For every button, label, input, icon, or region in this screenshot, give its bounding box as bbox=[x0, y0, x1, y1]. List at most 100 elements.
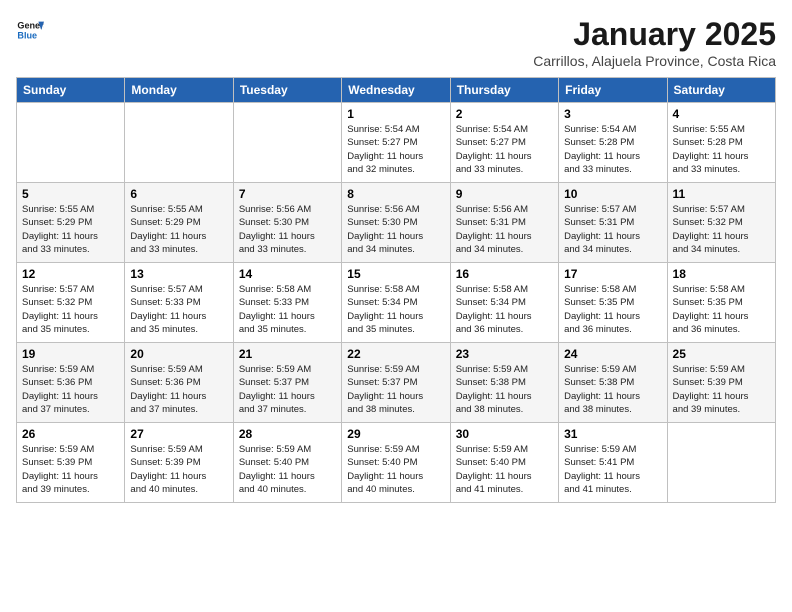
day-number: 29 bbox=[347, 427, 444, 441]
day-info: Sunrise: 5:59 AM Sunset: 5:39 PM Dayligh… bbox=[22, 443, 119, 496]
day-number: 5 bbox=[22, 187, 119, 201]
calendar-cell bbox=[17, 103, 125, 183]
calendar-cell bbox=[667, 423, 775, 503]
day-info: Sunrise: 5:55 AM Sunset: 5:28 PM Dayligh… bbox=[673, 123, 770, 176]
calendar-subtitle: Carrillos, Alajuela Province, Costa Rica bbox=[533, 53, 776, 69]
day-number: 18 bbox=[673, 267, 770, 281]
day-info: Sunrise: 5:59 AM Sunset: 5:37 PM Dayligh… bbox=[347, 363, 444, 416]
day-number: 16 bbox=[456, 267, 553, 281]
day-info: Sunrise: 5:59 AM Sunset: 5:38 PM Dayligh… bbox=[564, 363, 661, 416]
day-number: 2 bbox=[456, 107, 553, 121]
day-info: Sunrise: 5:57 AM Sunset: 5:31 PM Dayligh… bbox=[564, 203, 661, 256]
day-info: Sunrise: 5:54 AM Sunset: 5:27 PM Dayligh… bbox=[347, 123, 444, 176]
day-number: 7 bbox=[239, 187, 336, 201]
day-info: Sunrise: 5:58 AM Sunset: 5:34 PM Dayligh… bbox=[456, 283, 553, 336]
calendar-cell: 28 Sunrise: 5:59 AM Sunset: 5:40 PM Dayli… bbox=[233, 423, 341, 503]
day-number: 31 bbox=[564, 427, 661, 441]
day-number: 17 bbox=[564, 267, 661, 281]
calendar-cell: 24 Sunrise: 5:59 AM Sunset: 5:38 PM Dayli… bbox=[559, 343, 667, 423]
weekday-header: Sunday bbox=[17, 78, 125, 103]
calendar-cell: 17 Sunrise: 5:58 AM Sunset: 5:35 PM Dayli… bbox=[559, 263, 667, 343]
day-number: 6 bbox=[130, 187, 227, 201]
calendar-cell bbox=[125, 103, 233, 183]
calendar-cell: 8Sunrise: 5:56 AM Sunset: 5:30 PM Daylig… bbox=[342, 183, 450, 263]
day-number: 21 bbox=[239, 347, 336, 361]
day-number: 11 bbox=[673, 187, 770, 201]
title-block: January 2025 Carrillos, Alajuela Provinc… bbox=[533, 16, 776, 69]
calendar-cell: 14 Sunrise: 5:58 AM Sunset: 5:33 PM Dayli… bbox=[233, 263, 341, 343]
day-number: 26 bbox=[22, 427, 119, 441]
calendar-cell bbox=[233, 103, 341, 183]
calendar-cell: 21 Sunrise: 5:59 AM Sunset: 5:37 PM Dayli… bbox=[233, 343, 341, 423]
day-number: 3 bbox=[564, 107, 661, 121]
day-info: Sunrise: 5:56 AM Sunset: 5:30 PM Dayligh… bbox=[347, 203, 444, 256]
calendar-week-row: 12 Sunrise: 5:57 AM Sunset: 5:32 PM Dayli… bbox=[17, 263, 776, 343]
calendar-cell: 5Sunrise: 5:55 AM Sunset: 5:29 PM Daylig… bbox=[17, 183, 125, 263]
day-info: Sunrise: 5:58 AM Sunset: 5:35 PM Dayligh… bbox=[564, 283, 661, 336]
calendar-cell: 27 Sunrise: 5:59 AM Sunset: 5:39 PM Dayli… bbox=[125, 423, 233, 503]
calendar-cell: 26 Sunrise: 5:59 AM Sunset: 5:39 PM Dayli… bbox=[17, 423, 125, 503]
day-info: Sunrise: 5:56 AM Sunset: 5:30 PM Dayligh… bbox=[239, 203, 336, 256]
calendar-cell: 30 Sunrise: 5:59 AM Sunset: 5:40 PM Dayli… bbox=[450, 423, 558, 503]
page-header: General Blue January 2025 Carrillos, Ala… bbox=[16, 16, 776, 69]
day-info: Sunrise: 5:57 AM Sunset: 5:32 PM Dayligh… bbox=[22, 283, 119, 336]
calendar-cell: 11 Sunrise: 5:57 AM Sunset: 5:32 PM Dayli… bbox=[667, 183, 775, 263]
day-info: Sunrise: 5:59 AM Sunset: 5:36 PM Dayligh… bbox=[22, 363, 119, 416]
logo-icon: General Blue bbox=[16, 16, 44, 44]
day-info: Sunrise: 5:55 AM Sunset: 5:29 PM Dayligh… bbox=[130, 203, 227, 256]
weekday-header: Monday bbox=[125, 78, 233, 103]
day-number: 15 bbox=[347, 267, 444, 281]
day-info: Sunrise: 5:57 AM Sunset: 5:32 PM Dayligh… bbox=[673, 203, 770, 256]
day-info: Sunrise: 5:59 AM Sunset: 5:37 PM Dayligh… bbox=[239, 363, 336, 416]
day-info: Sunrise: 5:59 AM Sunset: 5:39 PM Dayligh… bbox=[130, 443, 227, 496]
day-number: 12 bbox=[22, 267, 119, 281]
calendar-cell: 12 Sunrise: 5:57 AM Sunset: 5:32 PM Dayli… bbox=[17, 263, 125, 343]
calendar-cell: 19Sunrise: 5:59 AM Sunset: 5:36 PM Dayli… bbox=[17, 343, 125, 423]
day-number: 10 bbox=[564, 187, 661, 201]
day-info: Sunrise: 5:59 AM Sunset: 5:40 PM Dayligh… bbox=[239, 443, 336, 496]
day-number: 23 bbox=[456, 347, 553, 361]
day-number: 9 bbox=[456, 187, 553, 201]
day-number: 20 bbox=[130, 347, 227, 361]
day-number: 27 bbox=[130, 427, 227, 441]
day-info: Sunrise: 5:56 AM Sunset: 5:31 PM Dayligh… bbox=[456, 203, 553, 256]
calendar-cell: 16 Sunrise: 5:58 AM Sunset: 5:34 PM Dayli… bbox=[450, 263, 558, 343]
weekday-header: Tuesday bbox=[233, 78, 341, 103]
day-info: Sunrise: 5:57 AM Sunset: 5:33 PM Dayligh… bbox=[130, 283, 227, 336]
day-info: Sunrise: 5:59 AM Sunset: 5:38 PM Dayligh… bbox=[456, 363, 553, 416]
calendar-cell: 4Sunrise: 5:55 AM Sunset: 5:28 PM Daylig… bbox=[667, 103, 775, 183]
calendar-cell: 7 Sunrise: 5:56 AM Sunset: 5:30 PM Daylig… bbox=[233, 183, 341, 263]
calendar-cell: 6 Sunrise: 5:55 AM Sunset: 5:29 PM Daylig… bbox=[125, 183, 233, 263]
calendar-week-row: 5 Sunrise: 5:55 AM Sunset: 5:29 PM Daylig… bbox=[17, 183, 776, 263]
day-info: Sunrise: 5:59 AM Sunset: 5:40 PM Dayligh… bbox=[456, 443, 553, 496]
day-number: 24 bbox=[564, 347, 661, 361]
svg-text:Blue: Blue bbox=[17, 30, 37, 40]
day-info: Sunrise: 5:58 AM Sunset: 5:33 PM Dayligh… bbox=[239, 283, 336, 336]
calendar-cell: 31 Sunrise: 5:59 AM Sunset: 5:41 PM Dayli… bbox=[559, 423, 667, 503]
calendar-cell: 23 Sunrise: 5:59 AM Sunset: 5:38 PM Dayli… bbox=[450, 343, 558, 423]
day-number: 22 bbox=[347, 347, 444, 361]
calendar-cell: 22 Sunrise: 5:59 AM Sunset: 5:37 PM Dayli… bbox=[342, 343, 450, 423]
day-info: Sunrise: 5:54 AM Sunset: 5:28 PM Dayligh… bbox=[564, 123, 661, 176]
calendar-week-row: 26 Sunrise: 5:59 AM Sunset: 5:39 PM Dayli… bbox=[17, 423, 776, 503]
day-number: 14 bbox=[239, 267, 336, 281]
day-number: 25 bbox=[673, 347, 770, 361]
weekday-header: Wednesday bbox=[342, 78, 450, 103]
calendar-week-row: 19Sunrise: 5:59 AM Sunset: 5:36 PM Dayli… bbox=[17, 343, 776, 423]
day-info: Sunrise: 5:59 AM Sunset: 5:36 PM Dayligh… bbox=[130, 363, 227, 416]
day-info: Sunrise: 5:58 AM Sunset: 5:35 PM Dayligh… bbox=[673, 283, 770, 336]
calendar-cell: 13Sunrise: 5:57 AM Sunset: 5:33 PM Dayli… bbox=[125, 263, 233, 343]
calendar-cell: 18 Sunrise: 5:58 AM Sunset: 5:35 PM Dayli… bbox=[667, 263, 775, 343]
day-info: Sunrise: 5:59 AM Sunset: 5:41 PM Dayligh… bbox=[564, 443, 661, 496]
weekday-header: Thursday bbox=[450, 78, 558, 103]
day-number: 30 bbox=[456, 427, 553, 441]
weekday-header-row: SundayMondayTuesdayWednesdayThursdayFrid… bbox=[17, 78, 776, 103]
calendar-cell: 25Sunrise: 5:59 AM Sunset: 5:39 PM Dayli… bbox=[667, 343, 775, 423]
logo: General Blue bbox=[16, 16, 44, 44]
day-info: Sunrise: 5:59 AM Sunset: 5:40 PM Dayligh… bbox=[347, 443, 444, 496]
day-info: Sunrise: 5:54 AM Sunset: 5:27 PM Dayligh… bbox=[456, 123, 553, 176]
calendar-cell: 20 Sunrise: 5:59 AM Sunset: 5:36 PM Dayli… bbox=[125, 343, 233, 423]
weekday-header: Saturday bbox=[667, 78, 775, 103]
day-number: 28 bbox=[239, 427, 336, 441]
weekday-header: Friday bbox=[559, 78, 667, 103]
